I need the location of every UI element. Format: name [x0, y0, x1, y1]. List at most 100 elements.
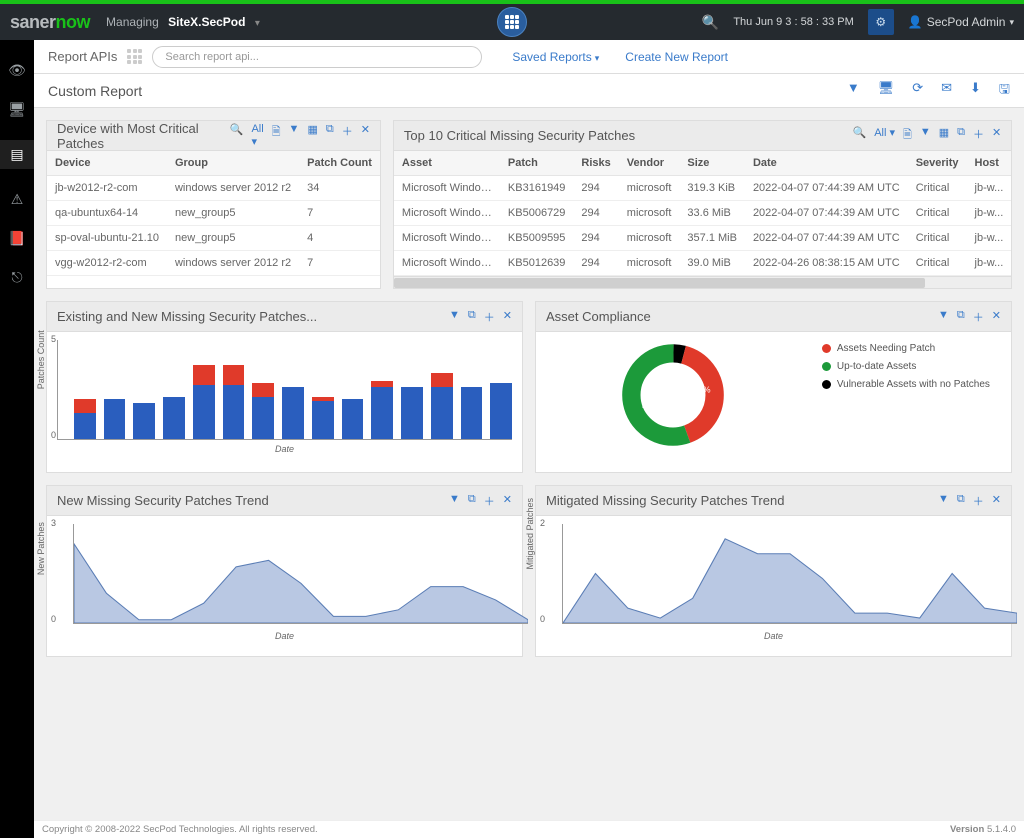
bar — [282, 387, 304, 439]
search-icon[interactable]: 🔍 — [230, 123, 244, 148]
search-icon[interactable]: 🔍 — [853, 126, 867, 145]
col[interactable]: Date — [745, 151, 908, 176]
copy-icon[interactable]: ⧉ — [468, 493, 476, 509]
col[interactable]: Risks — [573, 151, 618, 176]
all-dropdown[interactable]: All ▾ — [874, 126, 895, 145]
close-icon[interactable]: ✕ — [992, 309, 1001, 325]
card-device-critical-patches: Device with Most Critical Patches 🔍 All … — [46, 120, 381, 289]
search-placeholder: Search report api... — [165, 51, 259, 63]
col[interactable]: Patch — [500, 151, 574, 176]
table-row[interactable]: jb-w2012-r2-comwindows server 2012 r234 — [47, 176, 380, 201]
card-title: Existing and New Missing Security Patche… — [57, 309, 317, 324]
table-icon[interactable]: ▦ — [939, 126, 949, 145]
horizontal-scrollbar[interactable] — [394, 276, 1011, 288]
col-patch-count[interactable]: Patch Count — [299, 151, 380, 176]
table-row[interactable]: Microsoft Windows Server 2...KB501263929… — [394, 251, 1011, 276]
all-dropdown[interactable]: All ▾ — [251, 123, 263, 148]
table-icon[interactable]: ▦ — [307, 123, 317, 148]
table-row[interactable]: sp-oval-ubuntu-21.10new_group54 — [47, 226, 380, 251]
card-title: Top 10 Critical Missing Security Patches — [404, 128, 635, 143]
brand-logo[interactable]: sanernow — [10, 12, 90, 33]
managing-site[interactable]: Managing SiteX.SecPod ▾ — [106, 15, 260, 29]
nav-visibility-icon[interactable]: 👁 — [0, 62, 34, 79]
table-row[interactable]: vgg-w2012-r2-comwindows server 2012 r27 — [47, 251, 380, 276]
table-row[interactable]: qa-ubuntux64-14new_group57 — [47, 201, 380, 226]
add-icon[interactable]: ＋ — [342, 123, 353, 148]
col[interactable]: Severity — [908, 151, 967, 176]
footer: Copyright © 2008-2022 SecPod Technologie… — [34, 820, 1024, 838]
filter-icon[interactable]: ▼ — [449, 493, 460, 509]
save-icon[interactable]: 🖫 — [999, 80, 1010, 102]
left-nav: 👁 🖥 ▤ ⚠ 📕 ⎋ — [0, 40, 34, 838]
add-icon[interactable]: ＋ — [973, 309, 984, 325]
card-top10-critical: Top 10 Critical Missing Security Patches… — [393, 120, 1012, 289]
filter-icon[interactable]: ▼ — [938, 309, 949, 325]
brand-part1: saner — [10, 12, 56, 32]
close-icon[interactable]: ✕ — [992, 126, 1001, 145]
page-title: Custom Report — [48, 83, 142, 99]
x-axis-label: Date — [546, 631, 1001, 641]
filter-icon[interactable]: ▼ — [938, 493, 949, 509]
card-title: Asset Compliance — [546, 309, 651, 324]
copy-icon[interactable]: ⧉ — [957, 493, 965, 509]
table-row[interactable]: Microsoft Windows Server 2...KB500959529… — [394, 226, 1011, 251]
doc-icon[interactable]: 🗎 — [272, 123, 281, 148]
add-icon[interactable]: ＋ — [973, 126, 984, 145]
table-top10: AssetPatchRisksVendorSizeDateSeverityHos… — [394, 151, 1011, 276]
col-group[interactable]: Group — [167, 151, 299, 176]
add-icon[interactable]: ＋ — [484, 493, 495, 509]
add-icon[interactable]: ＋ — [484, 309, 495, 325]
col-device[interactable]: Device — [47, 151, 167, 176]
download-icon[interactable]: ⬇ — [970, 80, 981, 102]
col[interactable]: Size — [679, 151, 745, 176]
create-report-link[interactable]: Create New Report — [625, 50, 728, 64]
filter-icon[interactable]: ▼ — [847, 80, 860, 102]
user-icon: 👤 — [908, 15, 923, 29]
table-row[interactable]: Microsoft Windows Server 2...KB316194929… — [394, 176, 1011, 201]
nav-logout-icon[interactable]: ⎋ — [0, 269, 34, 286]
nav-monitor-icon[interactable]: 🖥 — [0, 101, 34, 118]
nav-book-icon[interactable]: 📕 — [0, 230, 34, 247]
area-chart: 3 0 New Patches Date — [47, 516, 522, 656]
chevron-down-icon: ▾ — [255, 18, 260, 29]
col[interactable]: Host — [967, 151, 1012, 176]
add-icon[interactable]: ＋ — [973, 493, 984, 509]
filter-icon[interactable]: ▼ — [920, 126, 931, 145]
scrollbar-thumb[interactable] — [394, 278, 925, 288]
user-menu[interactable]: 👤 SecPod Admin ▾ — [908, 15, 1014, 29]
search-input[interactable]: Search report api... — [152, 46, 482, 68]
col[interactable]: Vendor — [619, 151, 680, 176]
report-apis-title: Report APIs — [48, 49, 117, 64]
close-icon[interactable]: ✕ — [503, 493, 512, 509]
nav-reports-icon[interactable]: ▤ — [0, 140, 34, 169]
y-axis-label: Mitigated Patches — [525, 498, 535, 570]
slice-label-1: 40.5% — [686, 384, 711, 394]
close-icon[interactable]: ✕ — [361, 123, 370, 148]
copy-icon[interactable]: ⧉ — [326, 123, 334, 148]
copy-icon[interactable]: ⧉ — [957, 309, 965, 325]
managing-label: Managing — [106, 15, 159, 29]
saved-reports-link[interactable]: Saved Reports▾ — [512, 50, 599, 64]
filter-icon[interactable]: ▼ — [289, 123, 300, 148]
chevron-down-icon: ▾ — [595, 53, 600, 63]
monitor-icon[interactable]: 🖥 — [878, 80, 895, 102]
donut-chart: 40.5% 55.6% Assets Needing PatchUp-to-da… — [536, 332, 1011, 458]
user-name: SecPod Admin — [927, 15, 1006, 29]
settings-button[interactable]: ⚙ — [868, 9, 894, 35]
close-icon[interactable]: ✕ — [503, 309, 512, 325]
grid-view-icon[interactable] — [127, 49, 142, 64]
app-launcher-button[interactable] — [497, 7, 527, 37]
refresh-icon[interactable]: ⟳ — [912, 80, 923, 102]
copy-icon[interactable]: ⧉ — [468, 309, 476, 325]
close-icon[interactable]: ✕ — [992, 493, 1001, 509]
doc-icon[interactable]: 🗎 — [903, 126, 912, 145]
table-row[interactable]: Microsoft Windows Server 2...KB500672929… — [394, 201, 1011, 226]
mail-icon[interactable]: ✉ — [941, 80, 952, 102]
filter-icon[interactable]: ▼ — [449, 309, 460, 325]
col[interactable]: Asset — [394, 151, 500, 176]
copy-icon[interactable]: ⧉ — [957, 126, 965, 145]
search-icon[interactable]: 🔍 — [702, 14, 719, 31]
nav-alerts-icon[interactable]: ⚠ — [0, 191, 34, 208]
legend-item: Up-to-date Assets — [822, 358, 990, 376]
bar — [223, 365, 245, 439]
